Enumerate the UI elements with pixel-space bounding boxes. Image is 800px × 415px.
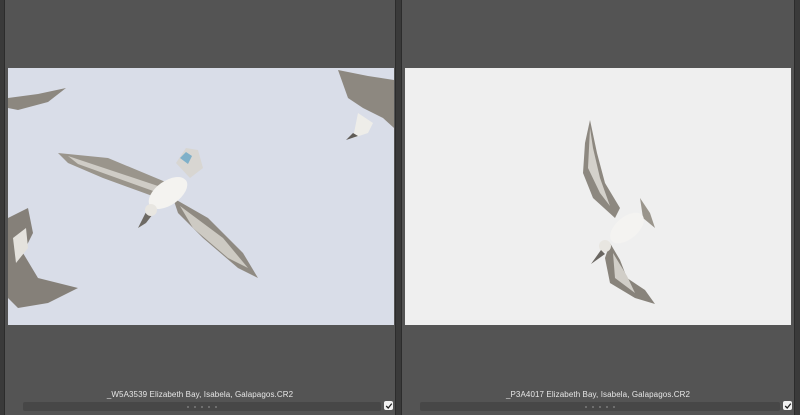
checkbox-checked-icon[interactable] (384, 401, 393, 410)
thumbnail-cell-1[interactable]: _W5A3539 Elizabeth Bay, Isabela, Galapag… (4, 0, 396, 415)
rating-dot-4[interactable] (208, 406, 210, 408)
rating-dot-5[interactable] (613, 406, 615, 408)
rating-dot-3[interactable] (599, 406, 601, 408)
thumbnail-footer-bar (420, 402, 780, 411)
star-rating[interactable] (187, 403, 217, 408)
thumbnail-cell-2[interactable]: _P3A4017 Elizabeth Bay, Isabela, Galapag… (401, 0, 795, 415)
rating-dot-5[interactable] (215, 406, 217, 408)
photo-image-booby-2 (405, 68, 791, 325)
thumbnail-filename: _W5A3539 Elizabeth Bay, Isabela, Galapag… (106, 390, 294, 399)
checkbox-checked-icon[interactable] (783, 401, 792, 410)
photo-thumbnail-2[interactable] (405, 68, 791, 325)
rating-dot-3[interactable] (201, 406, 203, 408)
grid-edge (795, 0, 800, 415)
thumbnail-footer-bar (23, 402, 381, 411)
photo-image-boobies-1 (8, 68, 394, 325)
rating-dot-1[interactable] (187, 406, 189, 408)
star-rating[interactable] (585, 403, 615, 408)
photo-thumbnail-1[interactable] (8, 68, 394, 325)
rating-dot-2[interactable] (592, 406, 594, 408)
rating-dot-4[interactable] (606, 406, 608, 408)
rating-dot-1[interactable] (585, 406, 587, 408)
rating-dot-2[interactable] (194, 406, 196, 408)
thumbnail-filename: _P3A4017 Elizabeth Bay, Isabela, Galapag… (505, 390, 691, 399)
